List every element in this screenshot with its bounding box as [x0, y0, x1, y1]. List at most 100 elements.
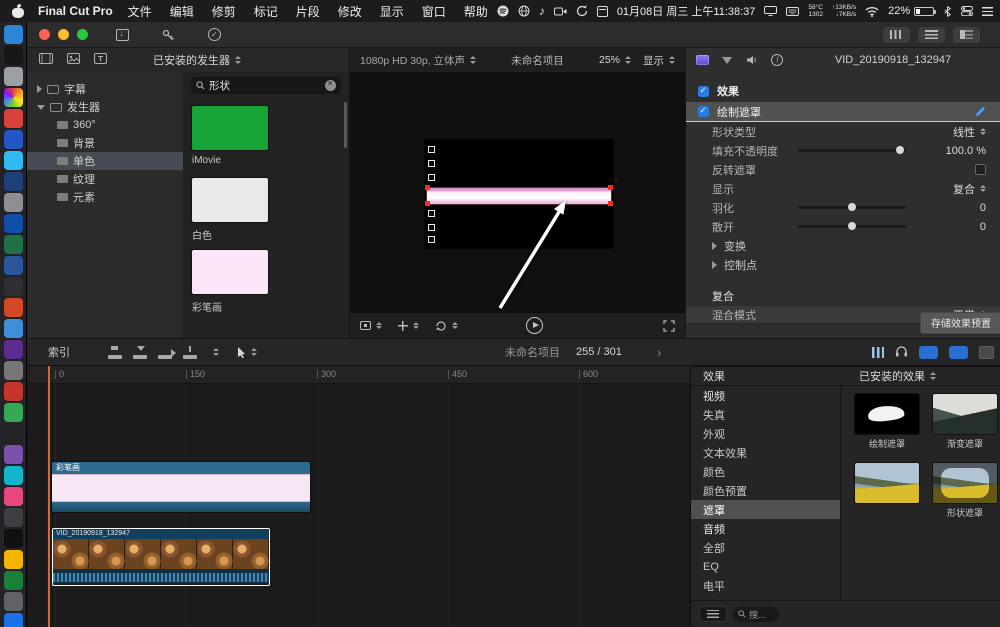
sidebar-item-generator-category[interactable]: 360°: [27, 116, 183, 134]
sidebar-item-generator-category[interactable]: 背景: [27, 134, 183, 152]
snapping-toggle-button[interactable]: [949, 345, 968, 359]
dock-icon[interactable]: [3, 445, 23, 464]
dock-icon[interactable]: [3, 340, 23, 359]
battery-status[interactable]: 22%: [888, 5, 937, 17]
globe-icon[interactable]: [518, 5, 530, 17]
dock-icon[interactable]: [3, 529, 23, 548]
video-inspector-tab[interactable]: [694, 52, 710, 68]
feather-slider[interactable]: [798, 203, 906, 211]
play-button[interactable]: [526, 317, 543, 334]
display-icon[interactable]: [764, 6, 778, 16]
timeline-ruler[interactable]: 0 150 300 450 600: [27, 366, 690, 384]
effect-item-draw-mask[interactable]: 绘制遮罩: [855, 394, 919, 449]
generator-item[interactable]: 彩笔画: [192, 250, 349, 314]
effect-item-image-mask[interactable]: [855, 463, 919, 518]
dock-icon[interactable]: [3, 256, 23, 275]
sidebar-item-generator-category[interactable]: 纹理: [27, 170, 183, 188]
keyboard-icon[interactable]: [786, 6, 800, 16]
viewer-view-options-menu[interactable]: [360, 321, 382, 330]
menu-item[interactable]: 窗口: [413, 3, 455, 20]
media-import-button[interactable]: [110, 26, 134, 44]
menu-item[interactable]: 帮助: [455, 3, 497, 20]
network-speed-readout[interactable]: ↑13KB/s ↓7KB/s: [832, 4, 856, 18]
dock-icon[interactable]: [3, 67, 23, 86]
control-points-disclosure-row[interactable]: 控制点: [686, 255, 1000, 274]
dock-icon[interactable]: [3, 487, 23, 506]
timeline-clip-video[interactable]: VID_20190918_132947: [52, 528, 270, 586]
disclosure-right-icon[interactable]: [37, 85, 42, 93]
app-menu-title[interactable]: Final Cut Pro: [38, 4, 113, 18]
dock-icon[interactable]: [3, 235, 23, 254]
calendar-icon[interactable]: [596, 5, 608, 17]
bluetooth-icon[interactable]: [943, 5, 952, 17]
photos-browser-icon[interactable]: [67, 53, 80, 67]
fill-opacity-slider[interactable]: [798, 146, 906, 154]
effects-category[interactable]: 文本效果: [691, 443, 840, 462]
dock-icon[interactable]: [3, 193, 23, 212]
dock-icon[interactable]: [3, 592, 23, 611]
dock-icon[interactable]: [3, 382, 23, 401]
spotify-icon[interactable]: [497, 5, 509, 17]
draw-mask-checkbox[interactable]: [698, 105, 709, 117]
music-icon[interactable]: ♪: [539, 5, 545, 17]
dock-icon[interactable]: [3, 403, 23, 422]
timeline-options-button[interactable]: [979, 345, 994, 359]
sidebar-item-generator-category[interactable]: 元素: [27, 188, 183, 206]
disclosure-down-icon[interactable]: [37, 104, 45, 110]
browser-toggle-button[interactable]: [883, 26, 910, 43]
tool-menu[interactable]: [237, 346, 257, 358]
menu-item[interactable]: 编辑: [161, 3, 203, 20]
dock-icon[interactable]: [3, 130, 23, 149]
timeline-toggle-button[interactable]: [918, 26, 945, 43]
disclosure-right-icon[interactable]: [712, 260, 717, 269]
viewer-rotate-menu[interactable]: [435, 320, 458, 331]
menu-item[interactable]: 标记: [245, 3, 287, 20]
menu-item[interactable]: 片段: [287, 3, 329, 20]
dock-icon[interactable]: [3, 613, 23, 627]
draw-mask-effect-row[interactable]: 绘制遮罩: [686, 102, 1000, 122]
effects-view-toggle-button[interactable]: [699, 606, 727, 622]
inspector-toggle-button[interactable]: [953, 26, 980, 43]
dock-icon[interactable]: [3, 298, 23, 317]
dock-icon[interactable]: [3, 424, 23, 443]
audio-inspector-tab[interactable]: [744, 52, 760, 68]
save-effects-preset-button[interactable]: 存储效果预置: [920, 312, 1000, 334]
effects-category[interactable]: 音频: [691, 519, 840, 538]
apple-menu-icon[interactable]: [12, 4, 24, 18]
generator-search-input[interactable]: 形状: [191, 77, 341, 94]
zoom-window-button[interactable]: [77, 29, 88, 40]
notification-center-icon[interactable]: [982, 6, 994, 16]
menu-item[interactable]: 文件: [119, 3, 161, 20]
viewer-canvas[interactable]: [350, 72, 685, 312]
insert-clip-button[interactable]: [133, 345, 149, 359]
menu-item[interactable]: 显示: [371, 3, 413, 20]
disclosure-right-icon[interactable]: [712, 241, 717, 250]
timeline-index-button[interactable]: 索引: [48, 344, 70, 360]
timeline-clip-generator[interactable]: 彩笔画: [52, 462, 310, 512]
sidebar-item-titles[interactable]: 字幕: [27, 80, 183, 98]
color-inspector-tab[interactable]: [719, 52, 735, 68]
menu-item[interactable]: 修改: [329, 3, 371, 20]
dock-icon[interactable]: [3, 508, 23, 527]
effect-item-shape-mask[interactable]: 形状遮罩: [933, 463, 997, 518]
effect-item-graduated-mask[interactable]: 渐变遮罩: [933, 394, 997, 449]
scrollbar[interactable]: [344, 102, 347, 148]
dock-icon[interactable]: [3, 466, 23, 485]
background-tasks-button[interactable]: [202, 26, 226, 44]
effects-category[interactable]: 视频: [691, 386, 840, 405]
sync-icon[interactable]: [576, 5, 588, 17]
invert-mask-checkbox[interactable]: [975, 164, 986, 175]
connect-clip-button[interactable]: [108, 345, 124, 359]
dock-icon[interactable]: [3, 277, 23, 296]
feather-value[interactable]: 0: [980, 202, 986, 214]
sidebar-item-generators[interactable]: 发生器: [27, 98, 183, 116]
dock-icon[interactable]: [3, 319, 23, 338]
effects-category[interactable]: 外观: [691, 424, 840, 443]
view-dropdown[interactable]: 复合: [953, 181, 986, 197]
installed-effects-dropdown[interactable]: 已安装的效果: [859, 368, 936, 384]
effects-category[interactable]: 颜色预置: [691, 481, 840, 500]
dock-icon[interactable]: [3, 46, 23, 65]
effects-category[interactable]: 失真: [691, 405, 840, 424]
overwrite-clip-button[interactable]: [183, 345, 199, 359]
titles-generators-browser-icon[interactable]: [94, 53, 107, 67]
